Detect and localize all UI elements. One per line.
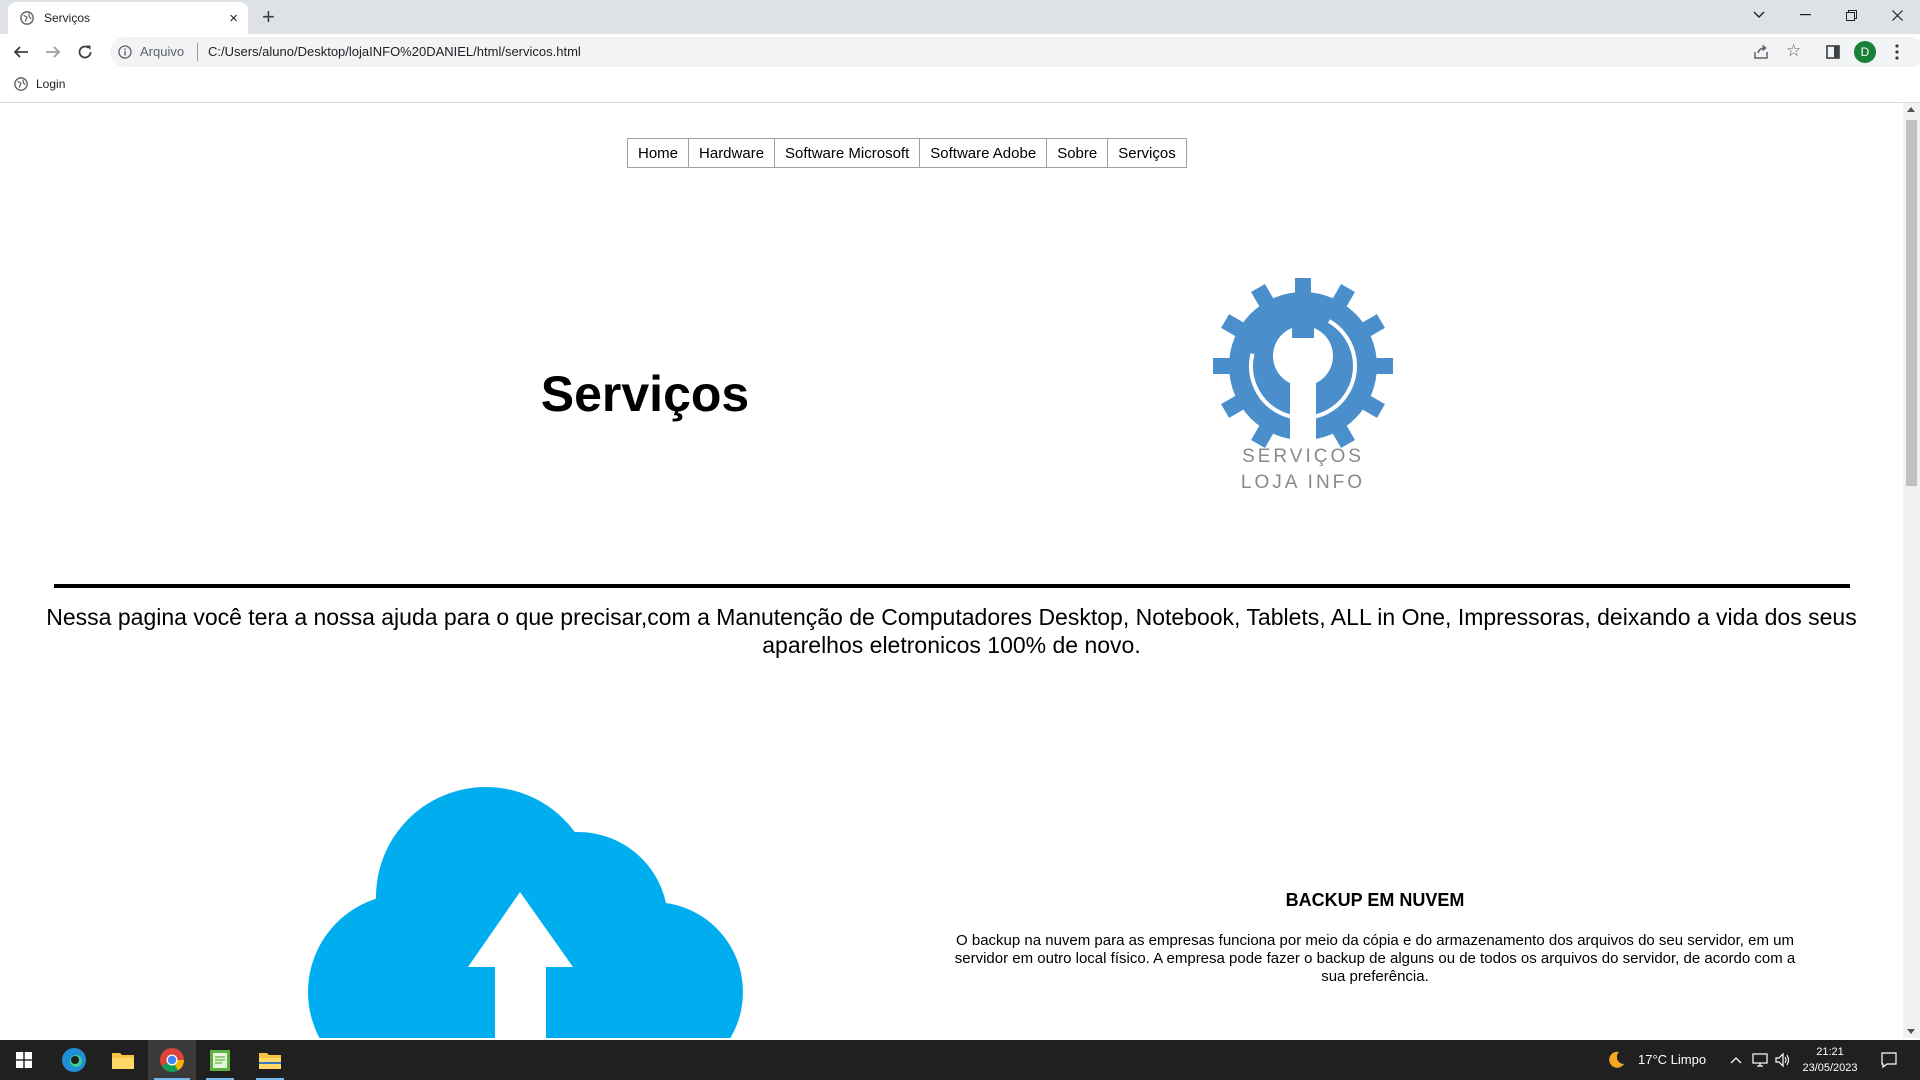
nav-hardware[interactable]: Hardware (689, 139, 776, 167)
section-divider (54, 584, 1850, 588)
notepad-icon[interactable] (196, 1040, 244, 1080)
edge-icon[interactable] (50, 1040, 98, 1080)
close-tab-icon[interactable]: × (229, 11, 238, 26)
site-nav: Home Hardware Software Microsoft Softwar… (627, 138, 1187, 168)
tab-title: Serviços (44, 11, 91, 25)
network-icon[interactable] (1752, 1052, 1768, 1068)
notification-icon[interactable] (1880, 1051, 1898, 1069)
vertical-scrollbar[interactable] (1903, 103, 1920, 1038)
bookmark-label: Login (36, 77, 66, 91)
scheme-label: Arquivo (140, 44, 185, 59)
scroll-thumb[interactable] (1906, 120, 1917, 486)
nav-sobre[interactable]: Sobre (1047, 139, 1109, 167)
nav-software-adobe[interactable]: Software Adobe (920, 139, 1048, 167)
clock-time: 21:21 (1816, 1046, 1844, 1058)
scroll-up-icon[interactable] (1907, 107, 1915, 112)
close-window-icon[interactable] (1874, 0, 1920, 30)
tab-strip: Serviços × + (0, 0, 1920, 34)
page-title: Serviços (540, 366, 750, 422)
windows-taskbar: 17°C Limpo 21:21 23/05/2023 (0, 1040, 1920, 1080)
windows-start-icon[interactable] (0, 1040, 48, 1080)
chrome-icon[interactable] (148, 1040, 196, 1080)
volume-icon[interactable] (1774, 1052, 1790, 1068)
weather-text[interactable]: 17°C Limpo (1638, 1052, 1706, 1067)
globe-icon (14, 77, 28, 91)
system-clock[interactable]: 21:21 23/05/2023 (1790, 1044, 1870, 1076)
profile-initial: D (1860, 45, 1870, 59)
minimize-icon[interactable] (1782, 0, 1828, 30)
nav-servicos[interactable]: Serviços (1108, 139, 1186, 167)
share-icon[interactable] (1752, 43, 1770, 61)
bookmark-login[interactable]: Login (14, 77, 65, 91)
clock-date: 23/05/2023 (1802, 1062, 1858, 1074)
browser-tab[interactable]: Serviços × (8, 2, 248, 34)
folder-icon[interactable] (246, 1040, 294, 1080)
forward-icon[interactable] (41, 40, 65, 64)
scroll-down-icon[interactable] (1907, 1029, 1915, 1034)
info-icon[interactable] (118, 45, 132, 59)
profile-avatar[interactable]: D (1853, 40, 1877, 64)
tab-search-icon[interactable] (1736, 0, 1782, 30)
menu-icon[interactable] (1885, 40, 1909, 64)
intro-text: Nessa pagina você tera a nossa ajuda par… (46, 604, 1857, 658)
back-icon[interactable] (9, 40, 33, 64)
chevron-up-icon[interactable] (1730, 1056, 1742, 1064)
star-icon[interactable]: ☆ (1786, 42, 1801, 60)
backup-description: O backup na nuvem para as empresas funci… (954, 932, 1796, 985)
browser-toolbar: Arquivo C:/Users/aluno/Desktop/lojaINFO%… (0, 34, 1920, 70)
new-tab-button[interactable]: + (262, 4, 275, 30)
restore-icon[interactable] (1828, 0, 1874, 30)
gear-wrench-icon (1213, 276, 1393, 456)
omnibox-divider (197, 43, 198, 61)
page-viewport: Home Hardware Software Microsoft Softwar… (0, 103, 1903, 1038)
services-logo: SERVIÇOS LOJA INFO (1208, 276, 1398, 508)
side-panel-icon[interactable] (1821, 40, 1845, 64)
moon-weather-icon (1609, 1051, 1624, 1068)
url-text[interactable]: C:/Users/aluno/Desktop/lojaINFO%20DANIEL… (208, 44, 581, 59)
cloud-upload-icon (308, 787, 743, 1038)
logo-line-2: LOJA INFO (1240, 472, 1366, 493)
logo-line-1: SERVIÇOS (1242, 446, 1364, 467)
file-explorer-icon[interactable] (99, 1040, 147, 1080)
nav-software-microsoft[interactable]: Software Microsoft (775, 139, 921, 167)
reload-icon[interactable] (73, 40, 97, 64)
nav-home[interactable]: Home (628, 139, 690, 167)
globe-icon (20, 11, 34, 25)
backup-title: BACKUP EM NUVEM (1285, 890, 1465, 910)
bookmarks-bar: Login (0, 70, 1920, 103)
address-bar[interactable]: Arquivo C:/Users/aluno/Desktop/lojaINFO%… (110, 37, 1920, 67)
